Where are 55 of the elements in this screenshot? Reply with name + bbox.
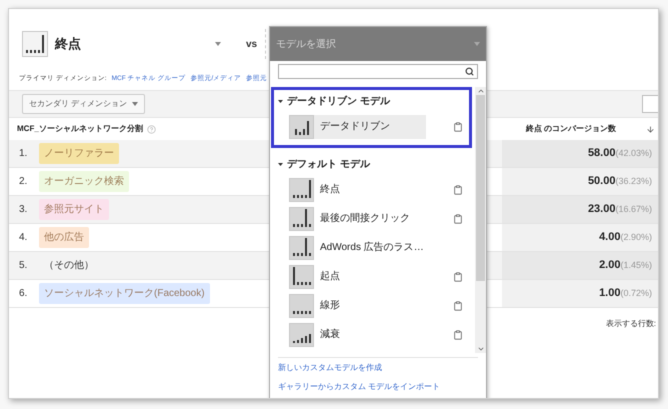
copy-icon[interactable] bbox=[453, 214, 463, 224]
rank-number: 6. bbox=[18, 287, 28, 301]
model-curve-icon bbox=[289, 206, 314, 230]
rows-per-page-label: 表示する行数: bbox=[606, 318, 656, 330]
conversion-value: 2.00(1.45%) bbox=[599, 258, 652, 274]
model-option[interactable]: 減衰 bbox=[289, 322, 426, 346]
model-option[interactable]: 起点 bbox=[289, 264, 426, 288]
scroll-up-icon[interactable] bbox=[476, 87, 484, 95]
conversion-value: 23.00(16.67%) bbox=[588, 202, 652, 218]
model-option[interactable]: AdWords 広告のラス… bbox=[289, 236, 426, 260]
search-icon[interactable] bbox=[465, 67, 474, 76]
model-curve-icon bbox=[289, 294, 314, 318]
picker-link[interactable]: 新しいカスタムモデルを作成 bbox=[278, 362, 382, 374]
model-curve-icon bbox=[289, 264, 314, 288]
conversion-value: 58.00(42.03%) bbox=[588, 146, 652, 162]
copy-icon[interactable] bbox=[453, 272, 463, 282]
search-input[interactable] bbox=[642, 95, 658, 113]
rank-number: 4. bbox=[18, 231, 28, 245]
expand-triangle-icon[interactable] bbox=[278, 98, 283, 104]
model-curve-icon bbox=[289, 114, 314, 138]
model-option[interactable]: 終点 bbox=[289, 178, 426, 202]
conversion-value: 50.00(36.23%) bbox=[588, 174, 652, 190]
model-curve-icon bbox=[289, 178, 314, 202]
group-title[interactable]: デフォルト モデル bbox=[287, 156, 370, 172]
channel-tag[interactable]: （その他） bbox=[39, 255, 99, 276]
model-name[interactable]: 終点 bbox=[55, 34, 205, 54]
search-field[interactable] bbox=[278, 64, 478, 79]
copy-icon[interactable] bbox=[453, 122, 463, 132]
copy-icon[interactable] bbox=[453, 184, 463, 194]
model-option[interactable]: データドリブン bbox=[289, 114, 426, 138]
secondary-dimension-button[interactable]: セカンダリ ディメンション bbox=[22, 94, 146, 114]
copy-icon[interactable] bbox=[453, 330, 463, 340]
copy-icon[interactable] bbox=[453, 300, 463, 310]
rank-number: 5. bbox=[18, 259, 28, 273]
caret-icon[interactable] bbox=[132, 102, 138, 106]
model-option[interactable]: 線形 bbox=[289, 294, 426, 318]
conversion-value: 1.00(0.72%) bbox=[599, 286, 652, 302]
scrollbar[interactable] bbox=[475, 87, 486, 353]
sort-arrow-icon[interactable] bbox=[646, 124, 655, 134]
caret-icon[interactable] bbox=[215, 42, 221, 46]
column-header[interactable]: MCF_ソーシャルネットワーク分割 bbox=[17, 123, 143, 135]
vs-label: vs bbox=[246, 38, 258, 52]
column-header[interactable]: 終点 のコンバージョン数 bbox=[526, 123, 616, 135]
rank-number: 1. bbox=[18, 147, 28, 161]
model-curve-icon bbox=[289, 322, 314, 346]
conversion-value: 4.00(2.90%) bbox=[599, 230, 652, 246]
model-option[interactable]: 最後の間接クリック bbox=[289, 206, 426, 230]
model-curve-icon bbox=[289, 236, 314, 260]
picker-link[interactable]: ギャラリーからカスタム モデルをインポート bbox=[278, 381, 440, 393]
scroll-down-icon[interactable] bbox=[476, 345, 484, 353]
rank-number: 3. bbox=[18, 203, 28, 217]
group-title[interactable]: データドリブン モデル bbox=[287, 94, 390, 108]
rank-number: 2. bbox=[18, 175, 28, 189]
model-curve-icon bbox=[22, 31, 48, 57]
expand-triangle-icon[interactable] bbox=[278, 162, 283, 166]
